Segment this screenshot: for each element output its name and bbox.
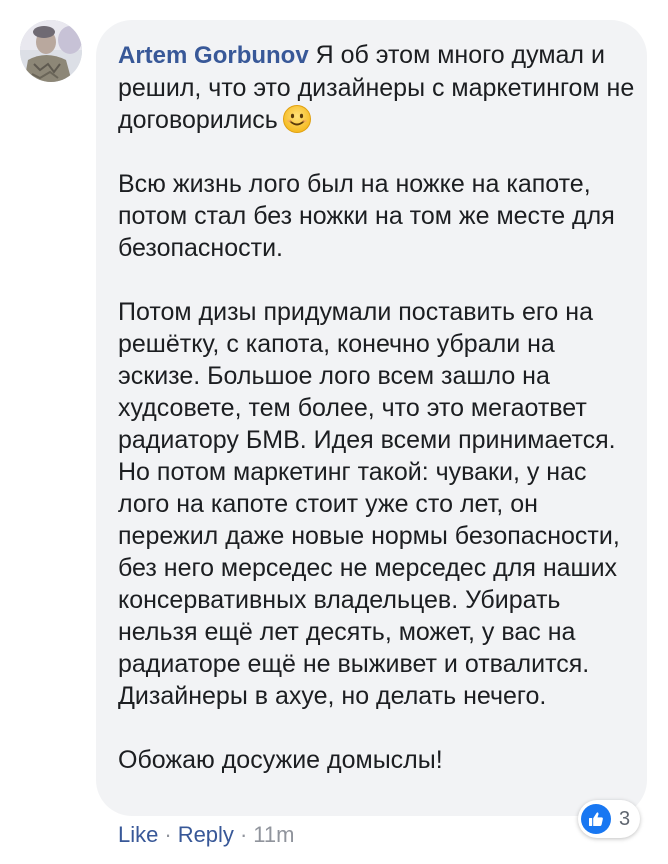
comment-paragraph-1: Artem Gorbunov Я об этом много думал и р…	[118, 39, 640, 136]
like-button[interactable]: Like	[118, 822, 158, 847]
reaction-count: 3	[619, 807, 631, 830]
avatar[interactable]	[20, 20, 82, 82]
comment-paragraph-2: Всю жизнь лого был на ножке на капоте, п…	[118, 170, 615, 262]
avatar-photo	[20, 20, 82, 82]
comment-bubble: Artem Gorbunov Я об этом много думал и р…	[96, 20, 647, 816]
like-icon	[581, 804, 611, 834]
author-name[interactable]: Artem Gorbunov	[118, 42, 309, 69]
comment-actions: Like · Reply · 11m	[118, 820, 294, 850]
reaction-summary[interactable]: 3	[578, 800, 641, 838]
reply-button[interactable]: Reply	[178, 822, 234, 847]
comment-paragraph-4: Обожаю досужие домыслы!	[118, 746, 443, 774]
comment: Artem Gorbunov Я об этом много думал и р…	[0, 0, 668, 864]
separator-dot: ·	[164, 822, 172, 847]
timestamp[interactable]: 11m	[253, 822, 294, 847]
separator-dot: ·	[239, 822, 248, 847]
comment-body: Artem Gorbunov Я об этом много думал и р…	[118, 39, 640, 776]
smiling-face-icon	[282, 104, 312, 134]
comment-paragraph-3: Потом дизы придумали поставить его на ре…	[118, 298, 620, 710]
